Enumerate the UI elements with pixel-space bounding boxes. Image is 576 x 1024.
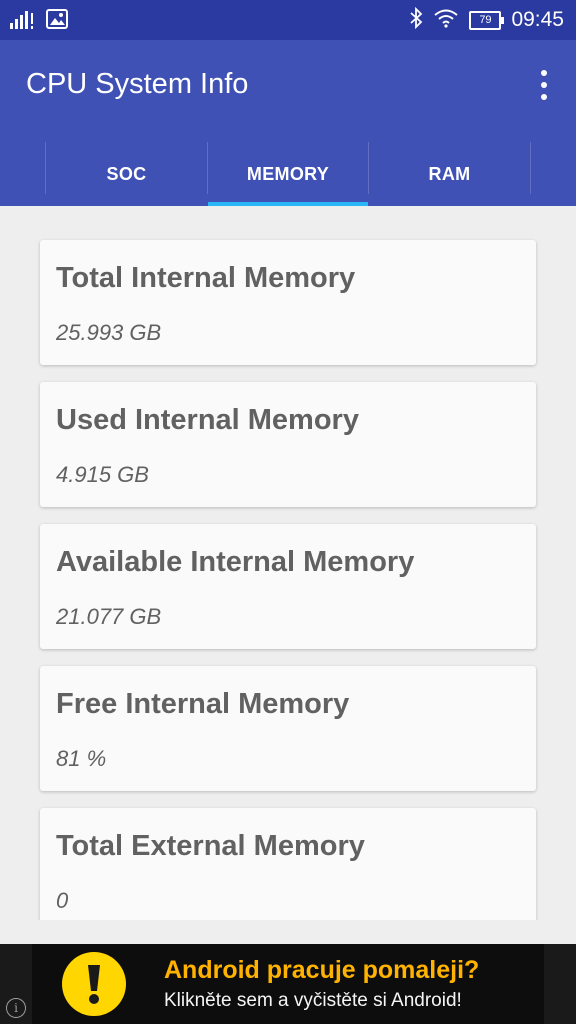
card-available-internal-memory[interactable]: Available Internal Memory 21.077 GB <box>40 524 536 649</box>
tab-soc[interactable]: SOC <box>46 142 207 206</box>
warning-icon <box>62 952 126 1016</box>
card-value: 25.993 GB <box>56 320 162 345</box>
image-icon <box>46 9 68 34</box>
battery-icon: 79 <box>469 10 505 30</box>
ad-title: Android pracuje pomaleji? <box>164 956 480 984</box>
tab-ram[interactable]: RAM <box>369 142 530 206</box>
ad-banner[interactable]: i Android pracuje pomaleji? Klikněte sem… <box>0 944 576 1024</box>
ad-content[interactable]: Android pracuje pomaleji? Klikněte sem a… <box>32 944 544 1024</box>
card-total-internal-memory[interactable]: Total Internal Memory 25.993 GB <box>40 240 536 365</box>
ad-subtitle: Klikněte sem a vyčistěte si Android! <box>164 990 462 1011</box>
card-title: Total Internal Memory <box>56 262 356 294</box>
info-icon[interactable]: i <box>6 998 26 1018</box>
signal-icon <box>10 9 36 34</box>
battery-level: 79 <box>479 13 492 26</box>
app-bar: CPU System Info SOC MEMORY RAM <box>0 40 576 206</box>
tab-memory[interactable]: MEMORY <box>208 142 368 206</box>
card-title: Available Internal Memory <box>56 546 415 578</box>
app-title: CPU System Info <box>26 68 249 100</box>
card-used-internal-memory[interactable]: Used Internal Memory 4.915 GB <box>40 382 536 507</box>
bluetooth-icon <box>409 6 423 34</box>
card-title: Total External Memory <box>56 830 365 862</box>
memory-list[interactable]: Total Internal Memory 25.993 GB Used Int… <box>0 206 576 920</box>
overflow-menu-icon[interactable] <box>532 70 556 100</box>
card-value: 4.915 GB <box>56 462 149 487</box>
wifi-icon <box>433 8 459 33</box>
card-title: Used Internal Memory <box>56 404 359 436</box>
card-free-internal-memory[interactable]: Free Internal Memory 81 % <box>40 666 536 791</box>
card-total-external-memory[interactable]: Total External Memory 0 <box>40 808 536 920</box>
status-bar: 79 09:45 <box>0 0 576 40</box>
status-time: 09:45 <box>511 8 564 31</box>
tab-bar: SOC MEMORY RAM <box>0 142 576 206</box>
card-value: 81 % <box>56 746 107 771</box>
card-value: 0 <box>56 888 69 913</box>
card-title: Free Internal Memory <box>56 688 350 720</box>
card-value: 21.077 GB <box>56 604 162 629</box>
tab-divider <box>530 142 531 194</box>
